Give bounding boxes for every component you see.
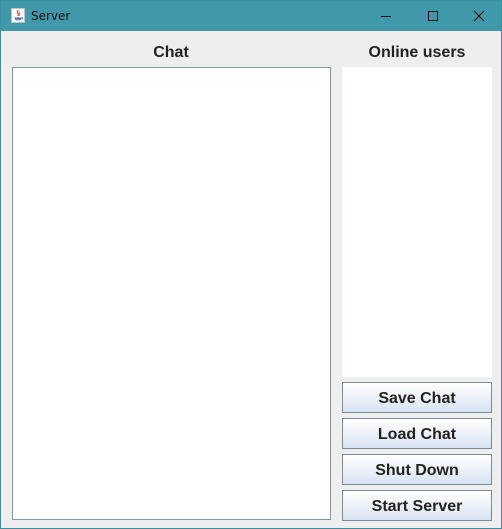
save-chat-button[interactable]: Save Chat [342, 382, 492, 413]
chat-heading: Chat [153, 44, 189, 61]
start-server-button[interactable]: Start Server [342, 490, 492, 521]
minimize-button[interactable] [363, 1, 409, 31]
chat-text-area[interactable] [12, 67, 331, 520]
title-bar[interactable]: Server [1, 1, 501, 31]
window-title: Server [31, 9, 71, 23]
maximize-icon [428, 11, 438, 21]
online-users-heading: Online users [368, 44, 466, 61]
close-button[interactable] [456, 1, 502, 31]
maximize-button[interactable] [410, 1, 456, 31]
minimize-icon [381, 16, 391, 17]
java-app-icon [11, 8, 25, 23]
server-window: Server Chat Online users Save Chat Load … [0, 0, 502, 529]
close-icon [473, 10, 485, 22]
online-users-list[interactable] [342, 67, 492, 377]
shut-down-button[interactable]: Shut Down [342, 454, 492, 485]
load-chat-button[interactable]: Load Chat [342, 418, 492, 449]
